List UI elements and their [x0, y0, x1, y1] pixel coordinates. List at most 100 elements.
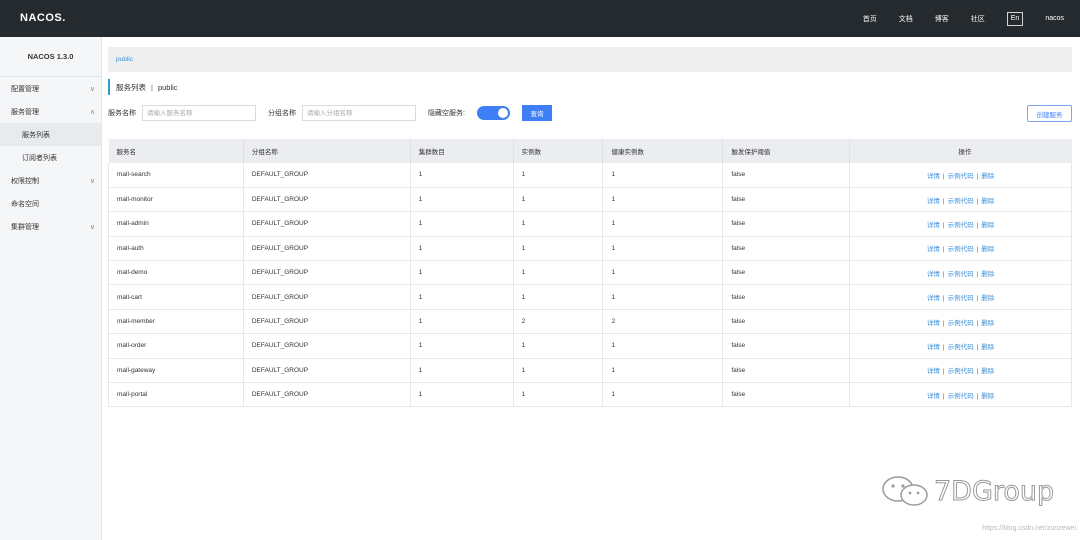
cell-group-name: DEFAULT_GROUP [243, 358, 411, 384]
table-body: mall-search DEFAULT_GROUP 1 1 1 false 详情 | 示例代码 |… [108, 163, 1072, 408]
op-separator: | [942, 319, 945, 327]
cell-healthy-count: 1 [602, 260, 724, 286]
sidebar-item-subscriber-list[interactable]: 订阅者列表 [0, 146, 101, 169]
sample-code-link[interactable]: 示例代码 [948, 393, 974, 400]
header-protect-threshold: 触发保护阈值 [722, 139, 851, 163]
op-separator: | [976, 197, 979, 205]
detail-link[interactable]: 详情 [927, 295, 940, 302]
table-row: mall-auth DEFAULT_GROUP 1 1 1 false 详情 | 示例代码 | 删除 [108, 236, 1072, 262]
service-name-input[interactable] [142, 105, 256, 121]
cell-cluster-count: 1 [410, 382, 514, 408]
cell-instance-count: 1 [513, 284, 604, 310]
delete-link[interactable]: 删除 [981, 295, 994, 302]
table-row: mall-portal DEFAULT_GROUP 1 1 1 false 详情 | 示例代码 |… [108, 382, 1072, 408]
detail-link[interactable]: 详情 [927, 173, 940, 180]
sample-code-link[interactable]: 示例代码 [948, 320, 974, 327]
table-row: mall-admin DEFAULT_GROUP 1 1 1 false 详情 | 示例代码 | 删… [108, 211, 1072, 237]
watermark-url: https://blog.csdn.net/zuozewei [982, 525, 1076, 532]
cell-cluster-count: 1 [410, 260, 514, 286]
language-switch-button[interactable]: En [1006, 11, 1024, 26]
cell-operations: 详情 | 示例代码 | 删除 [849, 163, 1072, 188]
op-separator: | [942, 392, 945, 400]
detail-link[interactable]: 详情 [927, 246, 940, 253]
sidebar-item-service-list[interactable]: 服务列表 [0, 123, 101, 146]
delete-link[interactable]: 删除 [981, 344, 994, 351]
delete-link[interactable]: 删除 [981, 198, 994, 205]
cell-cluster-count: 1 [410, 187, 514, 213]
delete-link[interactable]: 删除 [981, 173, 994, 180]
detail-link[interactable]: 详情 [927, 344, 940, 351]
delete-link[interactable]: 删除 [981, 271, 994, 278]
op-separator: | [976, 343, 979, 351]
header-cluster-count: 集群数目 [410, 139, 514, 163]
sample-code-link[interactable]: 示例代码 [948, 368, 974, 375]
chevron-down-icon: ∨ [89, 223, 95, 231]
sample-code-link[interactable]: 示例代码 [948, 295, 974, 302]
namespace-public-link[interactable]: public [116, 56, 133, 63]
cell-protect-threshold: false [722, 236, 851, 262]
sample-code-link[interactable]: 示例代码 [948, 246, 974, 253]
cell-service-name: mall-demo [108, 260, 244, 286]
query-button[interactable]: 查询 [521, 105, 552, 121]
cell-group-name: DEFAULT_GROUP [243, 382, 411, 408]
main-content: public 服务列表 | public 服务名称 分组名称 隐藏空服务: 查询… [102, 37, 1080, 540]
cell-instance-count: 1 [513, 333, 604, 359]
header-healthy-count: 健康实例数 [602, 139, 724, 163]
sidebar-item-access-control[interactable]: 权限控制 ∨ [0, 169, 101, 192]
cell-operations: 详情 | 示例代码 | 删除 [849, 382, 1072, 408]
sample-code-link[interactable]: 示例代码 [948, 222, 974, 229]
nacos-logo[interactable]: NACOS. [20, 12, 66, 24]
detail-link[interactable]: 详情 [927, 320, 940, 327]
detail-link[interactable]: 详情 [927, 271, 940, 278]
header-operations: 操作 [849, 139, 1072, 163]
hide-empty-toggle[interactable] [476, 106, 510, 120]
cell-cluster-count: 1 [410, 333, 514, 359]
nav-community-link[interactable]: 社区 [971, 14, 985, 24]
detail-link[interactable]: 详情 [927, 393, 940, 400]
create-service-button[interactable]: 创建服务 [1027, 105, 1072, 122]
sample-code-link[interactable]: 示例代码 [948, 271, 974, 278]
cell-instance-count: 1 [513, 382, 604, 408]
nav-home-link[interactable]: 首页 [863, 14, 877, 24]
op-separator: | [942, 197, 945, 205]
sidebar-item-label: 权限控制 [11, 177, 39, 185]
cell-instance-count: 1 [513, 211, 604, 237]
table-row: mall-cart DEFAULT_GROUP 1 1 1 false 详情 | 示例代码 | 删除 [108, 284, 1072, 310]
header-service-name: 服务名 [108, 139, 244, 163]
sidebar-item-config-management[interactable]: 配置管理 ∨ [0, 77, 101, 100]
sample-code-link[interactable]: 示例代码 [948, 173, 974, 180]
delete-link[interactable]: 删除 [981, 368, 994, 375]
header-instance-count: 实例数 [513, 139, 604, 163]
table-row: mall-search DEFAULT_GROUP 1 1 1 false 详情 | 示例代码 |… [108, 163, 1072, 188]
delete-link[interactable]: 删除 [981, 393, 994, 400]
nav-blog-link[interactable]: 博客 [935, 14, 949, 24]
delete-link[interactable]: 删除 [981, 246, 994, 253]
group-name-input[interactable] [302, 105, 416, 121]
table-row: mall-monitor DEFAULT_GROUP 1 1 1 false 详情 | 示例代码… [108, 187, 1072, 213]
sidebar-item-service-management[interactable]: 服务管理 ∧ [0, 100, 101, 123]
cell-service-name: mall-cart [108, 284, 244, 310]
user-name[interactable]: nacos [1045, 15, 1064, 22]
cell-instance-count: 1 [513, 187, 604, 213]
nav-docs-link[interactable]: 文档 [899, 14, 913, 24]
cell-service-name: mall-portal [108, 382, 244, 408]
service-table: 服务名 分组名称 集群数目 实例数 健康实例数 触发保护阈值 操作 mall-s… [108, 139, 1072, 408]
table-row: mall-order DEFAULT_GROUP 1 1 1 false 详情 | 示例代码 | 删… [108, 333, 1072, 359]
detail-link[interactable]: 详情 [927, 222, 940, 229]
delete-link[interactable]: 删除 [981, 222, 994, 229]
sidebar-item-cluster-management[interactable]: 集群管理 ∨ [0, 215, 101, 238]
table-row: mall-member DEFAULT_GROUP 1 2 2 false 详情 | 示例代码 |… [108, 309, 1072, 335]
detail-link[interactable]: 详情 [927, 368, 940, 375]
sample-code-link[interactable]: 示例代码 [948, 344, 974, 351]
sidebar-item-namespace[interactable]: 命名空间 [0, 192, 101, 215]
delete-link[interactable]: 删除 [981, 320, 994, 327]
sample-code-link[interactable]: 示例代码 [948, 198, 974, 205]
cell-service-name: mall-admin [108, 211, 244, 237]
detail-link[interactable]: 详情 [927, 198, 940, 205]
op-separator: | [976, 270, 979, 278]
cell-protect-threshold: false [722, 163, 851, 188]
cell-healthy-count: 1 [602, 382, 724, 408]
op-separator: | [942, 246, 945, 254]
cell-operations: 详情 | 示例代码 | 删除 [849, 211, 1072, 237]
op-separator: | [976, 295, 979, 303]
